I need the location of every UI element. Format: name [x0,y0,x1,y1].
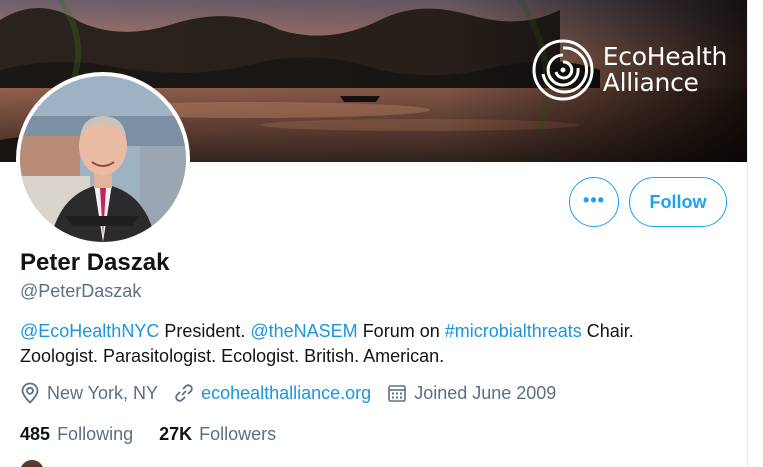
column-divider [747,0,748,467]
bio-text-2: Forum on [357,321,445,341]
following-stat[interactable]: 485 Following [20,424,133,445]
follow-button[interactable]: Follow [629,177,727,227]
bio-text-3: Chair. [581,321,634,341]
ecohealth-brand: EcoHealth Alliance [531,38,727,102]
profile-photo-icon [20,76,186,242]
profile-meta: New York, NY ecohealthalliance.org Joine… [20,382,572,404]
bio-text-1: President. [159,321,251,341]
joined-text: Joined June 2009 [414,382,557,403]
bio-mention-ecohealthnyc[interactable]: @EcoHealthNYC [20,321,159,341]
meta-joined: Joined June 2009 [387,383,556,404]
calendar-icon [388,385,406,402]
meta-website[interactable]: ecohealthalliance.org [174,383,371,404]
followers-count: 27K [159,424,193,444]
brand-line-2: Alliance [602,68,699,97]
display-name: Peter Daszak [20,249,170,276]
user-handle: @PeterDaszak [20,281,142,301]
profile-column: EcoHealth Alliance ••• Follow Peter Dasz… [0,0,748,467]
link-icon [175,384,193,402]
bio-mention-thenasem[interactable]: @theNASEM [250,321,357,341]
profile-bio: @EcoHealthNYC President. @theNASEM Forum… [20,319,720,369]
meta-location: New York, NY [20,382,158,404]
bio-hashtag-microbialthreats[interactable]: #microbialthreats [445,321,582,341]
website-link[interactable]: ecohealthalliance.org [201,383,371,404]
bio-line-2: Zoologist. Parasitologist. Ecologist. Br… [20,346,445,366]
followed-by-avatar[interactable] [20,460,44,467]
ecohealth-wordmark: EcoHealth Alliance [602,42,728,97]
bio-line-1: @EcoHealthNYC President. @theNASEM Forum… [20,319,720,344]
brand-line-1: EcoHealth [602,42,728,71]
profile-stats: 485 Following 27K Followers [20,424,302,445]
more-options-button[interactable]: ••• [569,177,619,227]
location-text: New York, NY [47,382,159,403]
following-count: 485 [20,424,51,444]
followers-stat[interactable]: 27K Followers [159,424,276,445]
location-pin-icon [21,382,39,404]
ecohealth-swirl-logo-icon [532,39,594,101]
following-label: Following [57,424,134,444]
avatar[interactable] [16,72,190,246]
more-dots-icon: ••• [583,190,605,210]
followers-label: Followers [199,424,277,444]
